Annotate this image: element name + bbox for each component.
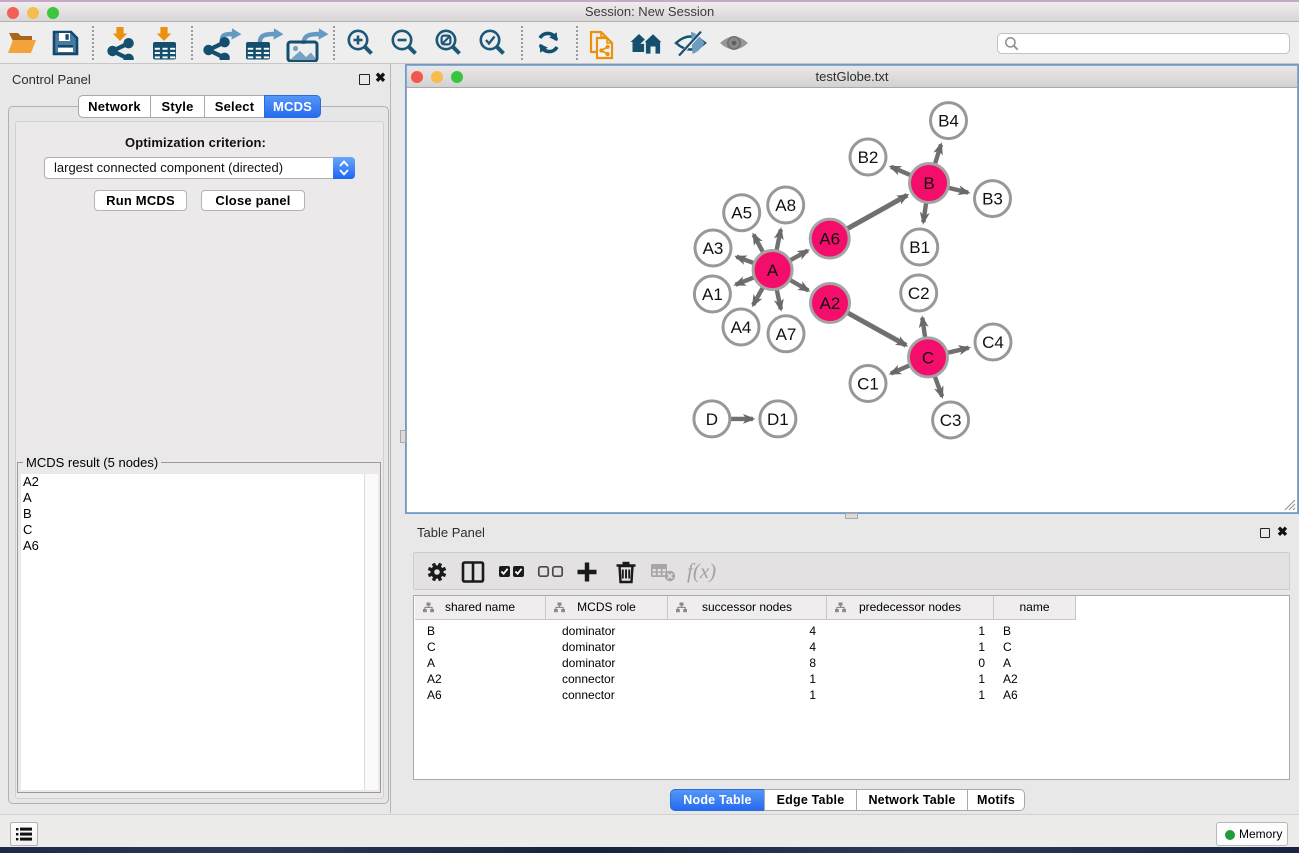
svg-text:B4: B4 bbox=[938, 112, 959, 131]
svg-text:A: A bbox=[767, 261, 779, 280]
svg-text:C: C bbox=[922, 348, 934, 367]
svg-text:A4: A4 bbox=[731, 318, 752, 337]
svg-text:C4: C4 bbox=[982, 333, 1004, 352]
svg-text:B: B bbox=[923, 174, 934, 193]
svg-text:A6: A6 bbox=[819, 230, 840, 249]
svg-text:B1: B1 bbox=[909, 238, 930, 257]
svg-text:B3: B3 bbox=[982, 190, 1003, 209]
svg-text:C2: C2 bbox=[908, 284, 930, 303]
svg-text:A2: A2 bbox=[820, 294, 841, 313]
svg-text:A1: A1 bbox=[702, 285, 723, 304]
svg-text:C1: C1 bbox=[857, 375, 879, 394]
svg-text:A5: A5 bbox=[731, 204, 752, 223]
svg-text:B2: B2 bbox=[858, 148, 879, 167]
svg-text:A8: A8 bbox=[775, 196, 796, 215]
svg-text:D1: D1 bbox=[767, 410, 789, 429]
svg-text:A3: A3 bbox=[703, 239, 724, 258]
svg-text:A7: A7 bbox=[776, 325, 797, 344]
svg-text:D: D bbox=[706, 410, 718, 429]
svg-text:C3: C3 bbox=[940, 411, 962, 430]
